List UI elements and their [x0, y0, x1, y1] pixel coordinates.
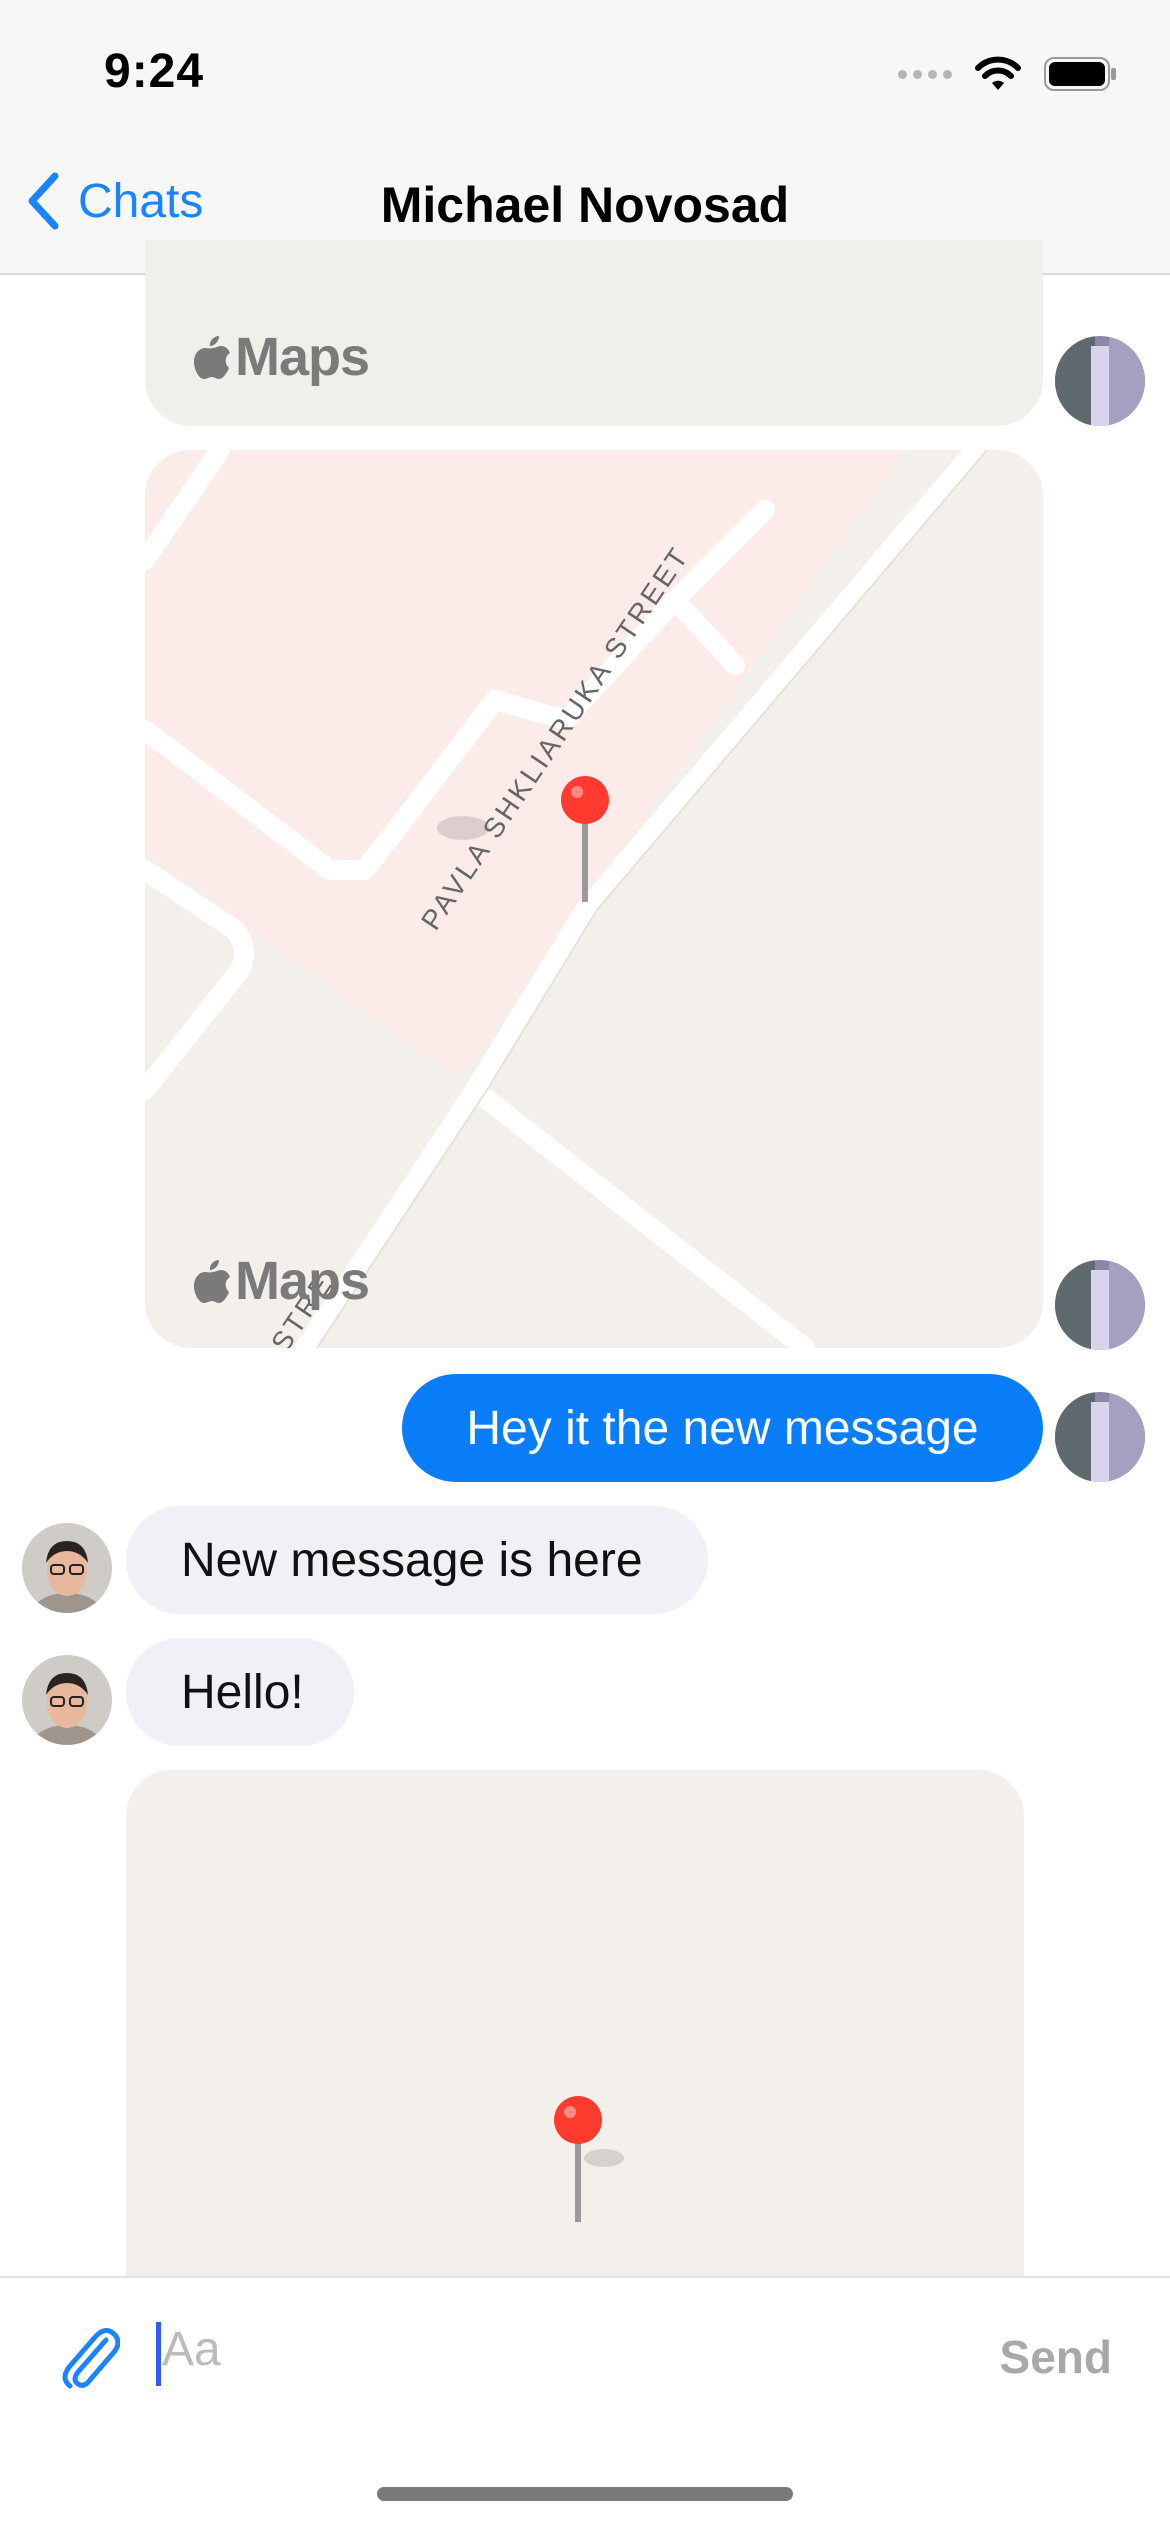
location-pin-icon	[554, 2096, 624, 2222]
incoming-message[interactable]: Hello!	[126, 1638, 354, 1746]
outgoing-message[interactable]: Hey it the new message	[402, 1374, 1043, 1482]
location-pin-icon	[561, 776, 609, 902]
status-icons	[898, 54, 1118, 94]
apple-logo-icon	[194, 1260, 230, 1303]
map-message[interactable]: PAVLA SHKLIARUKA STREET STRE Maps	[145, 450, 1043, 1348]
attachment-icon[interactable]	[58, 2322, 120, 2392]
map-message[interactable]: Maps	[145, 240, 1043, 426]
avatar-michael	[22, 1655, 112, 1745]
text-caret	[156, 2322, 161, 2386]
home-indicator[interactable]	[377, 2487, 793, 2501]
battery-icon	[1044, 57, 1116, 91]
wifi-icon	[975, 56, 1021, 90]
map-message[interactable]	[126, 1770, 1024, 2290]
apple-logo-icon	[194, 336, 230, 379]
message-input[interactable]: Aa	[162, 2322, 221, 2377]
avatar-michael	[22, 1523, 112, 1613]
maps-logo: Maps	[193, 1250, 370, 1312]
status-time: 9:24	[104, 45, 205, 98]
maps-logo: Maps	[193, 326, 370, 388]
incoming-message[interactable]: New message is here	[126, 1506, 708, 1614]
chat-title: Michael Novosad	[380, 177, 790, 233]
avatar-waterfall	[1055, 336, 1145, 426]
send-button[interactable]: Send	[1000, 2330, 1112, 2384]
avatar-waterfall	[1055, 1260, 1145, 1350]
avatar-waterfall	[1055, 1392, 1145, 1482]
cellular-signal-icon	[898, 69, 952, 79]
